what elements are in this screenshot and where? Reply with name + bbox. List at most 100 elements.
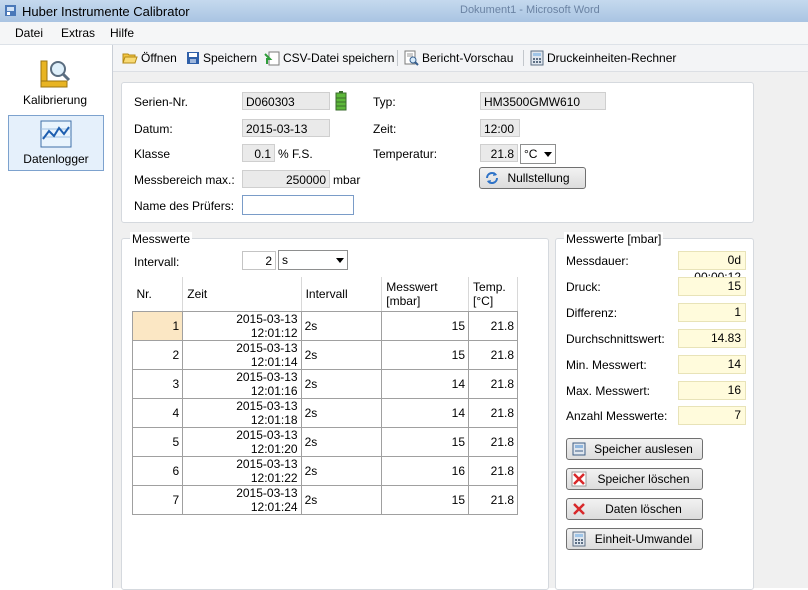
tester-name-input[interactable]: [242, 195, 354, 215]
cell-temp[interactable]: 21.8: [468, 398, 518, 428]
menu-datei[interactable]: Datei: [15, 26, 43, 40]
tester-label: Name des Prüfers:: [134, 199, 235, 213]
print-preview-icon: [404, 50, 419, 66]
cell-zeit[interactable]: 2015-03-13 12:01:14: [182, 340, 302, 370]
column-header-messwert[interactable]: Messwert [mbar]: [381, 277, 470, 312]
clear-memory-button[interactable]: Speicher löschen: [566, 468, 703, 490]
table-row[interactable]: 7 2015-03-13 12:01:24 2s 15 21.8: [131, 485, 518, 515]
cell-messwert[interactable]: 14: [381, 369, 470, 399]
unit-convert-button[interactable]: Einheit-Umwandel: [566, 528, 703, 550]
cell-temp[interactable]: 21.8: [468, 427, 518, 457]
temperature-unit-value: °C: [524, 147, 538, 161]
cell-zeit[interactable]: 2015-03-13 12:01:20: [182, 427, 302, 457]
cell-nr[interactable]: 6: [131, 456, 184, 486]
cell-zeit[interactable]: 2015-03-13 12:01:12: [182, 311, 302, 341]
column-header-zeit[interactable]: Zeit: [182, 277, 302, 312]
cell-zeit[interactable]: 2015-03-13 12:01:18: [182, 398, 302, 428]
nav-kalibrierung[interactable]: Kalibrierung: [8, 55, 102, 109]
column-header-temp[interactable]: Temp. [°C]: [468, 277, 518, 312]
table-row[interactable]: 4 2015-03-13 12:01:18 2s 14 21.8: [131, 398, 518, 428]
cell-messwert[interactable]: 15: [381, 340, 470, 370]
table-header-row: Nr. Zeit Intervall Messwert [mbar] Temp.…: [132, 277, 518, 312]
cell-intervall[interactable]: 2s: [300, 485, 383, 515]
stat-label-max: Max. Messwert:: [566, 384, 651, 398]
cell-messwert[interactable]: 14: [381, 398, 470, 428]
cell-messwert[interactable]: 15: [381, 485, 470, 515]
cell-intervall[interactable]: 2s: [300, 427, 383, 457]
cell-zeit[interactable]: 2015-03-13 12:01:24: [182, 485, 302, 515]
cell-intervall[interactable]: 2s: [300, 340, 383, 370]
range-label: Messbereich max.:: [134, 173, 235, 187]
stats-group-title: Messwerte [mbar]: [564, 232, 664, 246]
nav-datenlogger[interactable]: Datenlogger: [8, 115, 104, 171]
read-memory-label: Speicher auslesen: [594, 442, 693, 456]
save-button[interactable]: Speichern: [186, 50, 257, 66]
save-label: Speichern: [203, 51, 258, 65]
interval-unit-value: s: [282, 253, 288, 267]
temperature-unit-select[interactable]: °C: [520, 144, 556, 164]
main-area: Serien-Nr. D060303 Typ: HM3500GMW610 Dat…: [113, 72, 808, 590]
column-header-intervall[interactable]: Intervall: [301, 277, 383, 312]
battery-icon: [335, 91, 347, 111]
menu-hilfe[interactable]: Hilfe: [110, 26, 134, 40]
stats-group: Messwerte [mbar] Messdauer: 0d 00:00:12 …: [555, 232, 754, 590]
cell-intervall[interactable]: 2s: [300, 398, 383, 428]
column-header-nr[interactable]: Nr.: [132, 277, 184, 312]
read-memory-button[interactable]: Speicher auslesen: [566, 438, 703, 460]
chart-icon: [40, 120, 72, 148]
range-field: 250000: [242, 170, 330, 188]
unit-calculator-button[interactable]: Druckeinheiten-Rechner: [530, 50, 676, 66]
cell-nr[interactable]: 7: [131, 485, 184, 515]
delete-x-icon: [571, 471, 587, 487]
cell-nr[interactable]: 1: [131, 311, 184, 341]
cell-intervall[interactable]: 2s: [300, 311, 383, 341]
table-row[interactable]: 2 2015-03-13 12:01:14 2s 15 21.8: [131, 340, 518, 370]
cell-temp[interactable]: 21.8: [468, 485, 518, 515]
open-button[interactable]: Öffnen: [122, 50, 177, 66]
table-row[interactable]: 1 2015-03-13 12:01:12 2s 15 21.8: [131, 311, 518, 341]
date-label: Datum:: [134, 122, 173, 136]
report-preview-button[interactable]: Bericht-Vorschau: [403, 50, 513, 66]
cell-temp[interactable]: 21.8: [468, 369, 518, 399]
interval-field[interactable]: 2: [242, 251, 276, 270]
cell-nr[interactable]: 5: [131, 427, 184, 457]
cell-temp[interactable]: 21.8: [468, 456, 518, 486]
calculator-icon: [530, 50, 544, 66]
stat-value-min: 14: [678, 355, 746, 374]
zero-button[interactable]: Nullstellung: [479, 167, 586, 189]
report-preview-label: Bericht-Vorschau: [422, 51, 514, 65]
class-field: 0.1: [242, 144, 275, 162]
csv-save-button[interactable]: CSV-Datei speichern: [264, 50, 394, 66]
delete-x-icon: [573, 503, 585, 515]
table-row[interactable]: 3 2015-03-13 12:01:16 2s 14 21.8: [131, 369, 518, 399]
table-row[interactable]: 6 2015-03-13 12:01:22 2s 16 21.8: [131, 456, 518, 486]
ruler-magnifier-icon: [40, 60, 71, 88]
serial-label: Serien-Nr.: [134, 95, 189, 109]
stat-value-pressure: 15: [678, 277, 746, 296]
cell-temp[interactable]: 21.8: [468, 311, 518, 341]
measurements-group: Messwerte Intervall: 2 s Nr. Zeit Interv…: [121, 232, 549, 590]
class-label: Klasse: [134, 147, 171, 161]
cell-zeit[interactable]: 2015-03-13 12:01:22: [182, 456, 302, 486]
cell-nr[interactable]: 4: [131, 398, 184, 428]
cell-intervall[interactable]: 2s: [300, 456, 383, 486]
clear-data-button[interactable]: Daten löschen: [566, 498, 703, 520]
refresh-icon: [486, 172, 498, 184]
stat-value-average: 14.83: [678, 329, 746, 348]
left-nav: Kalibrierung Datenlogger: [0, 45, 113, 588]
table-row[interactable]: 5 2015-03-13 12:01:20 2s 15 21.8: [131, 427, 518, 457]
cell-nr[interactable]: 3: [131, 369, 184, 399]
cell-messwert[interactable]: 15: [381, 427, 470, 457]
cell-zeit[interactable]: 2015-03-13 12:01:16: [182, 369, 302, 399]
range-unit: mbar: [333, 173, 361, 187]
nav-datenlogger-label: Datenlogger: [23, 152, 89, 166]
cell-temp[interactable]: 21.8: [468, 340, 518, 370]
menu-extras[interactable]: Extras: [61, 26, 95, 40]
interval-unit-select[interactable]: s: [278, 250, 348, 270]
cell-intervall[interactable]: 2s: [300, 369, 383, 399]
cell-messwert[interactable]: 15: [381, 311, 470, 341]
background-window-title: Dokument1 - Microsoft Word: [460, 4, 600, 16]
cell-messwert[interactable]: 16: [381, 456, 470, 486]
cell-nr[interactable]: 2: [131, 340, 184, 370]
serial-field: D060303: [242, 92, 330, 110]
